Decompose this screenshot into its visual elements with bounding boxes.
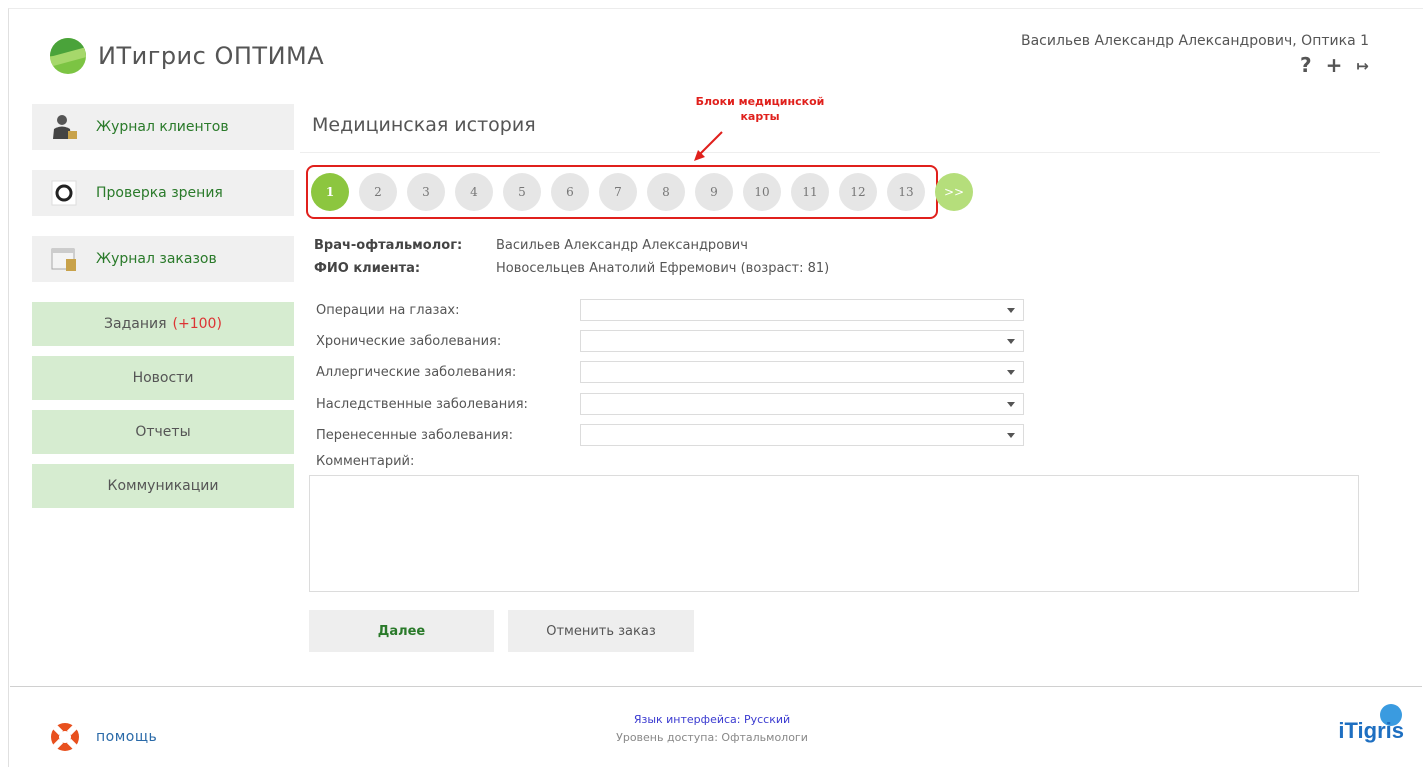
- sidebar-item-communications[interactable]: Коммуникации: [32, 464, 294, 508]
- past-diseases-select[interactable]: [580, 424, 1024, 446]
- client-journal-icon: [50, 113, 78, 141]
- client-value: Новосельцев Анатолий Ефремович (возраст:…: [496, 261, 830, 276]
- sidebar-item-news[interactable]: Новости: [32, 356, 294, 400]
- add-icon[interactable]: +: [1326, 53, 1343, 77]
- eye-operations-row: Операции на глазах:: [316, 298, 1026, 322]
- client-info: ФИО клиента: Новосельцев Анатолий Ефремов…: [314, 261, 829, 276]
- comment-textarea[interactable]: [309, 475, 1359, 592]
- step-2[interactable]: 2: [359, 173, 397, 211]
- step-10[interactable]: 10: [743, 173, 781, 211]
- logout-icon[interactable]: ↦: [1356, 57, 1369, 77]
- comment-label: Комментарий:: [316, 454, 415, 469]
- sidebar-item-label: Коммуникации: [107, 478, 219, 494]
- hereditary-diseases-label: Наследственные заболевания:: [316, 396, 528, 412]
- step-13[interactable]: 13: [887, 173, 925, 211]
- eye-operations-label: Операции на глазах:: [316, 302, 460, 318]
- page-title: Медицинская история: [312, 114, 536, 136]
- sidebar-item-orders-journal[interactable]: Журнал заказов: [32, 236, 294, 282]
- sidebar-item-label: Новости: [132, 370, 194, 386]
- step-9[interactable]: 9: [695, 173, 733, 211]
- sidebar-item-vision-check[interactable]: Проверка зрения: [32, 170, 294, 216]
- step-6[interactable]: 6: [551, 173, 589, 211]
- allergic-diseases-select[interactable]: [580, 361, 1024, 383]
- logo-icon: [50, 38, 86, 74]
- step-5[interactable]: 5: [503, 173, 541, 211]
- past-diseases-row: Перенесенные заболевания:: [316, 423, 1026, 447]
- sidebar-item-label: Журнал клиентов: [96, 119, 229, 135]
- allergic-diseases-label: Аллергические заболевания:: [316, 364, 517, 380]
- app-title: ИТигрис ОПТИМА: [98, 42, 325, 70]
- orders-journal-icon: [50, 245, 78, 273]
- help-icon[interactable]: ?: [1300, 53, 1312, 77]
- vision-check-icon: [50, 179, 78, 207]
- sidebar-item-label: Журнал заказов: [96, 251, 217, 267]
- next-button[interactable]: Далее: [309, 610, 494, 652]
- past-diseases-label: Перенесенные заболевания:: [316, 427, 513, 443]
- sidebar-item-label: Задания: [104, 316, 167, 332]
- header-actions: ? + ↦: [1300, 53, 1369, 77]
- step-4[interactable]: 4: [455, 173, 493, 211]
- allergic-diseases-row: Аллергические заболевания:: [316, 360, 1026, 384]
- tasks-count-badge: (+100): [172, 316, 222, 332]
- access-level: Уровень доступа: Офтальмологи: [616, 731, 808, 744]
- step-7[interactable]: 7: [599, 173, 637, 211]
- step-12[interactable]: 12: [839, 173, 877, 211]
- annotation-arrow-icon: [694, 131, 723, 161]
- step-11[interactable]: 11: [791, 173, 829, 211]
- hereditary-diseases-row: Наследственные заболевания:: [316, 392, 1026, 416]
- client-label: ФИО клиента:: [314, 261, 421, 276]
- doctor-value: Васильев Александр Александрович: [496, 238, 748, 253]
- hereditary-diseases-select[interactable]: [580, 393, 1024, 415]
- app-logo[interactable]: ИТигрис ОПТИМА: [50, 38, 324, 74]
- sidebar-item-label: Отчеты: [135, 424, 191, 440]
- chronic-diseases-label: Хронические заболевания:: [316, 333, 502, 349]
- step-8[interactable]: 8: [647, 173, 685, 211]
- title-divider: [300, 152, 1380, 153]
- step-3[interactable]: 3: [407, 173, 445, 211]
- chronic-diseases-row: Хронические заболевания:: [316, 329, 1026, 353]
- medical-card-steps: 1 2 3 4 5 6 7 8 9 10 11 12 13 >>: [311, 173, 973, 211]
- annotation-label: Блоки медицинской карты: [695, 95, 825, 123]
- sidebar-item-label: Проверка зрения: [96, 185, 223, 201]
- sidebar-item-tasks[interactable]: Задания (+100): [32, 302, 294, 346]
- cancel-order-button[interactable]: Отменить заказ: [508, 610, 694, 652]
- doctor-label: Врач-офтальмолог:: [314, 238, 463, 253]
- footer-divider: [10, 686, 1422, 687]
- interface-language-link[interactable]: Язык интерфейса: Русский: [0, 713, 1424, 726]
- brand-logo: iTigris: [1338, 718, 1404, 743]
- doctor-info: Врач-офтальмолог: Васильев Александр Алек…: [314, 238, 748, 253]
- chronic-diseases-select[interactable]: [580, 330, 1024, 352]
- sidebar-item-reports[interactable]: Отчеты: [32, 410, 294, 454]
- next-steps-button[interactable]: >>: [935, 173, 973, 211]
- step-1[interactable]: 1: [311, 173, 349, 211]
- eye-operations-select[interactable]: [580, 299, 1024, 321]
- sidebar-item-client-journal[interactable]: Журнал клиентов: [32, 104, 294, 150]
- user-name: Васильев Александр Александрович, Оптика…: [1020, 33, 1369, 49]
